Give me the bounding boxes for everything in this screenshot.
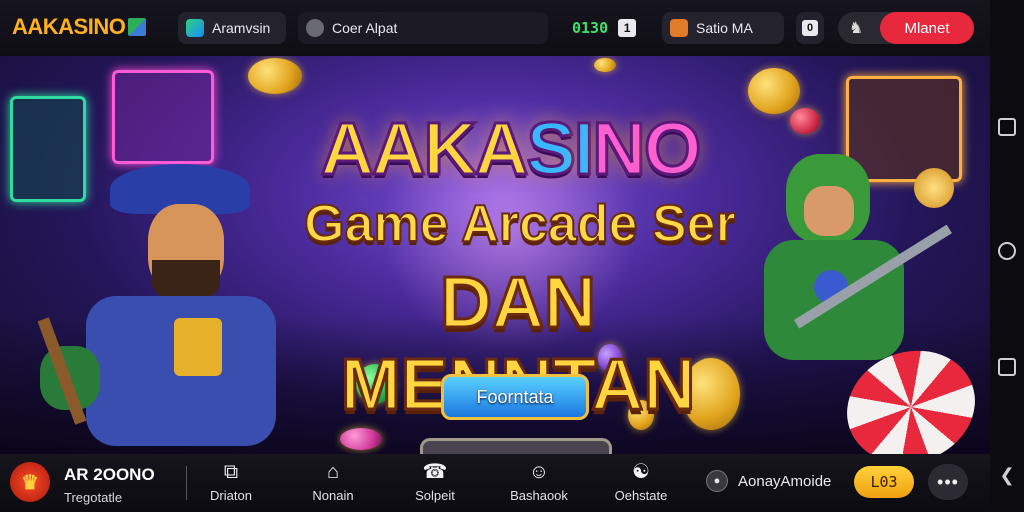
hero-title-letter: I <box>572 106 595 192</box>
counter: 0130 1 <box>566 12 652 44</box>
home-icon: ⌂ <box>326 461 340 483</box>
more-menu-button[interactable]: ••• <box>928 464 968 500</box>
notification-button[interactable]: 0 <box>796 12 824 44</box>
hero-title-letter: O <box>642 106 703 192</box>
nav-item-bashaook[interactable]: ☺ Bashaook <box>494 460 584 508</box>
hero-title-letter: S <box>525 106 577 192</box>
brand-logo-icon[interactable]: ♛ <box>10 462 50 502</box>
hero-title-letter: N <box>591 106 647 192</box>
coin-icon <box>748 68 800 114</box>
user-profile[interactable]: ● AonayАmoide <box>706 470 831 492</box>
notification-badge: 0 <box>802 20 818 36</box>
nav-label: Solpeit <box>415 488 455 503</box>
nav-item-driaton[interactable]: ⧉ Driaton <box>186 460 276 508</box>
back-icon[interactable]: ❮ <box>998 466 1016 484</box>
system-nav-bar: ❮ <box>990 0 1024 512</box>
app-icon <box>186 19 204 37</box>
game-icon <box>670 19 688 37</box>
hero-title-letter: A <box>319 106 375 192</box>
top-bar: AAKASINO Aramvsin Coer Alpat 0130 1 Sati… <box>0 0 990 56</box>
hero-subtitle: Game Arcade Ser <box>303 194 737 254</box>
chip-icon <box>340 428 382 450</box>
beard <box>152 260 220 300</box>
logo-text: AAKASINO <box>12 14 126 39</box>
support-icon: ☎ <box>422 461 448 483</box>
search-icon <box>306 19 324 37</box>
face <box>804 186 854 236</box>
chip-icon <box>790 108 820 134</box>
game-link-label: Satio MA <box>696 20 753 36</box>
play-button[interactable]: Foorntata <box>441 374 589 420</box>
counter-badge[interactable]: 1 <box>618 19 637 37</box>
app-link-label: Aramvsin <box>212 20 271 36</box>
nav-item-solpeit[interactable]: ☎ Solpeit <box>390 460 480 508</box>
counter-value: 0130 <box>572 19 609 37</box>
nav-item-nonain[interactable]: ⌂ Nonain <box>288 460 378 508</box>
main-action-button[interactable]: Mlanet <box>880 12 974 44</box>
recent-apps-icon[interactable] <box>998 118 1016 136</box>
nav-label: Bashaook <box>510 488 568 503</box>
logo[interactable]: AAKASINO <box>12 14 147 40</box>
overview-icon[interactable] <box>998 358 1016 376</box>
nav-item-oehstate[interactable]: ☯ Oehstate <box>596 460 686 508</box>
flag-icon <box>128 18 147 36</box>
home-icon[interactable] <box>998 242 1016 260</box>
user-icon: ☺ <box>528 461 550 483</box>
app-link[interactable]: Aramvsin <box>178 12 286 44</box>
hammer-head <box>914 168 954 208</box>
hero-title-letter: A <box>371 106 427 192</box>
brand-subtitle: Tregotatle <box>64 490 123 505</box>
neon-sign-left <box>112 70 214 164</box>
nav-label: Oehstate <box>614 488 668 503</box>
coin-icon <box>594 58 616 72</box>
hero-title: AAKASINO <box>300 106 720 192</box>
brand-title: AR 2OONO <box>64 465 155 484</box>
account-group: ♞ Mlanet <box>838 12 974 44</box>
secondary-button[interactable] <box>420 438 612 454</box>
hero-banner[interactable]: AAKASINO Game Arcade Ser DAN MENNTAN Foo… <box>0 56 990 454</box>
nav-label: Nonain <box>312 488 354 503</box>
nav-label: Driaton <box>210 488 252 503</box>
copy-icon: ⧉ <box>223 461 239 483</box>
coin-icon <box>248 58 302 94</box>
user-name: AonayАmoide <box>738 472 832 490</box>
chat-icon: ☯ <box>632 461 650 483</box>
hero-title-letter: A <box>473 106 529 192</box>
search-input[interactable]: Coer Alpat <box>298 12 548 44</box>
game-link[interactable]: Satio MA <box>662 12 784 44</box>
bottom-bar: ♛ AR 2OONO Tregotatle ⧉ Driaton ⌂ Nonain… <box>0 454 990 512</box>
avatar-icon: ● <box>706 470 728 492</box>
balance-badge[interactable]: L03 <box>854 466 914 498</box>
search-text: Coer Alpat <box>332 20 398 36</box>
hero-title-letter: K <box>422 106 478 192</box>
user-icon[interactable]: ♞ <box>838 18 874 38</box>
chest-badge <box>174 318 222 376</box>
